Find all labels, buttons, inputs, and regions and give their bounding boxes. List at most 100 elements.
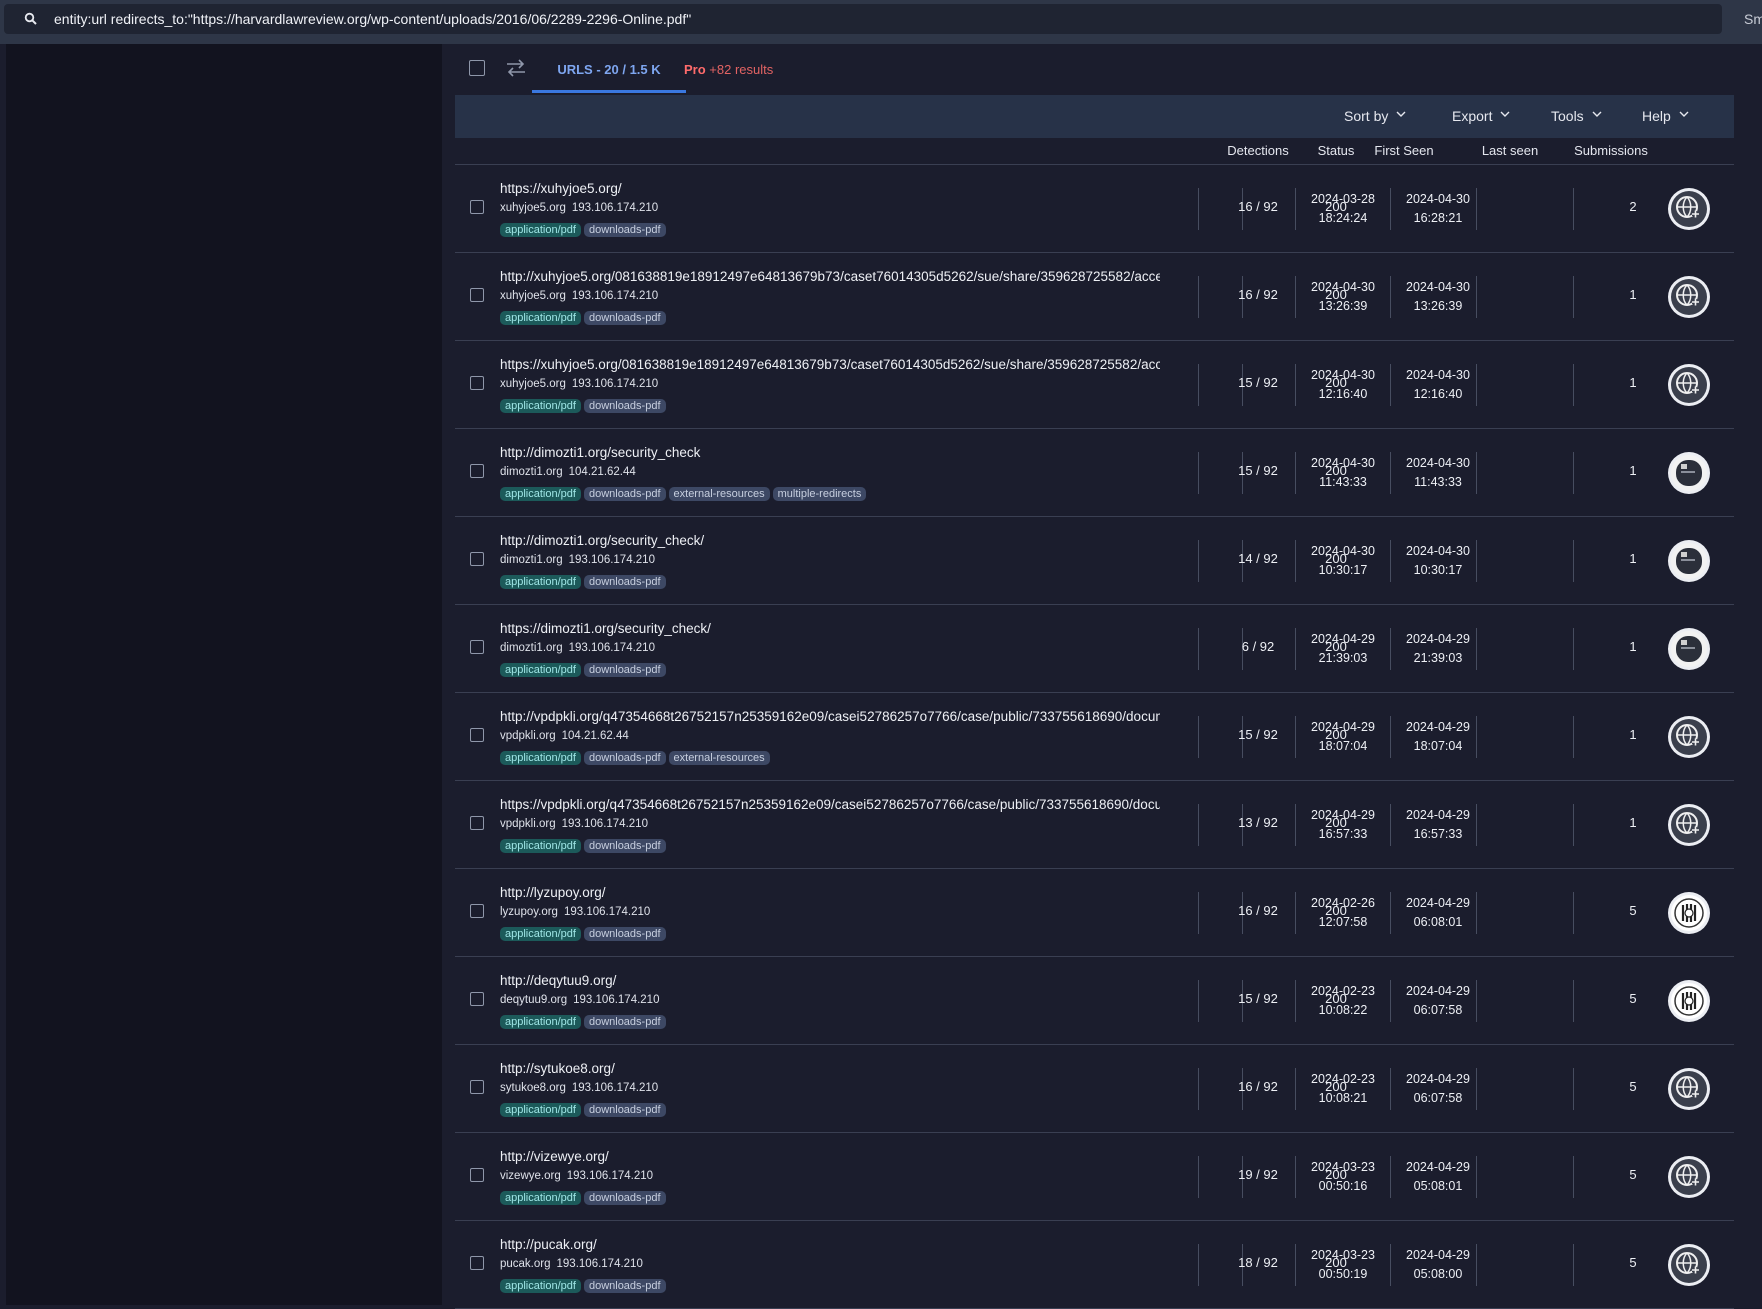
tag-badge[interactable]: downloads-pdf: [583, 751, 666, 765]
tag-badge[interactable]: downloads-pdf: [583, 311, 666, 325]
seal-icon[interactable]: [1668, 980, 1710, 1022]
tag-badge[interactable]: external-resources: [668, 487, 770, 501]
row-checkbox[interactable]: [470, 816, 484, 830]
tag-badge[interactable]: application/pdf: [500, 311, 581, 325]
table-row[interactable]: http://lyzupoy.org/lyzupoy.org 193.106.17…: [455, 869, 1734, 957]
tab-urls[interactable]: URLS - 20 / 1.5 K: [532, 50, 686, 93]
domain-text[interactable]: lyzupoy.org: [500, 906, 558, 918]
table-row[interactable]: http://vizewye.org/vizewye.org 193.106.17…: [455, 1133, 1734, 1221]
detections-value[interactable]: 14 / 92: [1210, 551, 1306, 566]
tag-badge[interactable]: application/pdf: [500, 223, 581, 237]
column-submissions[interactable]: Submissions: [1568, 143, 1654, 158]
url-link[interactable]: http://xuhyjoe5.org/081638819e18912497e6…: [500, 269, 1160, 284]
column-last-seen[interactable]: Last seen: [1462, 143, 1558, 158]
row-checkbox[interactable]: [470, 288, 484, 302]
detections-value[interactable]: 16 / 92: [1210, 199, 1306, 214]
table-row[interactable]: https://xuhyjoe5.org/xuhyjoe5.org 193.106…: [455, 165, 1734, 253]
ip-text[interactable]: 193.106.174.210: [564, 906, 650, 918]
select-all-checkbox[interactable]: [469, 60, 485, 76]
tag-badge[interactable]: application/pdf: [500, 663, 581, 677]
url-link[interactable]: https://dimozti1.org/security_check/: [500, 621, 1160, 636]
search-input[interactable]: entity:url redirects_to:"https://harvard…: [4, 4, 1722, 34]
globe-icon[interactable]: [1668, 364, 1710, 406]
dark-page-icon[interactable]: [1668, 628, 1710, 670]
row-checkbox[interactable]: [470, 904, 484, 918]
column-first-seen[interactable]: First Seen: [1356, 143, 1452, 158]
domain-text[interactable]: xuhyjoe5.org: [500, 290, 566, 302]
tag-badge[interactable]: multiple-redirects: [772, 487, 867, 501]
tag-badge[interactable]: external-resources: [668, 751, 770, 765]
tab-pro-results[interactable]: Pro +82 results: [684, 62, 773, 77]
tag-badge[interactable]: downloads-pdf: [583, 927, 666, 941]
ip-text[interactable]: 193.106.174.210: [569, 642, 655, 654]
domain-text[interactable]: dimozti1.org: [500, 554, 563, 566]
detections-value[interactable]: 13 / 92: [1210, 815, 1306, 830]
tag-badge[interactable]: downloads-pdf: [583, 399, 666, 413]
table-row[interactable]: http://sytukoe8.org/sytukoe8.org 193.106.…: [455, 1045, 1734, 1133]
tag-badge[interactable]: downloads-pdf: [583, 1279, 666, 1293]
detections-value[interactable]: 16 / 92: [1210, 287, 1306, 302]
domain-text[interactable]: dimozti1.org: [500, 466, 563, 478]
globe-icon[interactable]: [1668, 804, 1710, 846]
row-checkbox[interactable]: [470, 200, 484, 214]
row-checkbox[interactable]: [470, 1168, 484, 1182]
domain-text[interactable]: vizewye.org: [500, 1170, 561, 1182]
ip-text[interactable]: 193.106.174.210: [572, 1082, 658, 1094]
tag-badge[interactable]: application/pdf: [500, 575, 581, 589]
tag-badge[interactable]: application/pdf: [500, 1279, 581, 1293]
export-button[interactable]: Export: [1452, 108, 1510, 124]
detections-value[interactable]: 15 / 92: [1210, 463, 1306, 478]
domain-text[interactable]: xuhyjoe5.org: [500, 378, 566, 390]
table-row[interactable]: http://dimozti1.org/security_check dimozt…: [455, 429, 1734, 517]
url-link[interactable]: http://pucak.org/: [500, 1237, 1160, 1252]
ip-text[interactable]: 104.21.62.44: [569, 466, 636, 478]
search-query[interactable]: entity:url redirects_to:"https://harvard…: [54, 11, 691, 27]
row-checkbox[interactable]: [470, 992, 484, 1006]
ip-text[interactable]: 193.106.174.210: [562, 818, 648, 830]
detections-value[interactable]: 16 / 92: [1210, 1079, 1306, 1094]
domain-text[interactable]: vpdpkli.org: [500, 730, 556, 742]
tag-badge[interactable]: application/pdf: [500, 751, 581, 765]
table-row[interactable]: https://xuhyjoe5.org/081638819e18912497e…: [455, 341, 1734, 429]
row-checkbox[interactable]: [470, 376, 484, 390]
globe-icon[interactable]: [1668, 716, 1710, 758]
tag-badge[interactable]: application/pdf: [500, 927, 581, 941]
ip-text[interactable]: 193.106.174.210: [572, 290, 658, 302]
tag-badge[interactable]: downloads-pdf: [583, 1191, 666, 1205]
dark-page-icon[interactable]: [1668, 540, 1710, 582]
sort-by-button[interactable]: Sort by: [1344, 108, 1406, 124]
url-link[interactable]: http://deqytuu9.org/: [500, 973, 1160, 988]
url-link[interactable]: http://sytukoe8.org/: [500, 1061, 1160, 1076]
url-link[interactable]: https://xuhyjoe5.org/081638819e18912497e…: [500, 357, 1160, 372]
row-checkbox[interactable]: [470, 728, 484, 742]
tag-badge[interactable]: application/pdf: [500, 1015, 581, 1029]
globe-icon[interactable]: [1668, 276, 1710, 318]
detections-value[interactable]: 6 / 92: [1210, 639, 1306, 654]
globe-icon[interactable]: [1668, 1244, 1710, 1286]
detections-value[interactable]: 18 / 92: [1210, 1255, 1306, 1270]
ip-text[interactable]: 193.106.174.210: [572, 202, 658, 214]
ip-text[interactable]: 104.21.62.44: [562, 730, 629, 742]
domain-text[interactable]: vpdpkli.org: [500, 818, 556, 830]
detections-value[interactable]: 15 / 92: [1210, 375, 1306, 390]
tag-badge[interactable]: application/pdf: [500, 1191, 581, 1205]
globe-icon[interactable]: [1668, 188, 1710, 230]
row-checkbox[interactable]: [470, 1080, 484, 1094]
url-link[interactable]: http://vpdpkli.org/q47354668t26752157n25…: [500, 709, 1160, 724]
table-row[interactable]: http://pucak.org/pucak.org 193.106.174.21…: [455, 1221, 1734, 1309]
table-row[interactable]: http://dimozti1.org/security_check/dimoz…: [455, 517, 1734, 605]
globe-icon[interactable]: [1668, 1156, 1710, 1198]
tag-badge[interactable]: downloads-pdf: [583, 575, 666, 589]
detections-value[interactable]: 15 / 92: [1210, 727, 1306, 742]
detections-value[interactable]: 15 / 92: [1210, 991, 1306, 1006]
domain-text[interactable]: xuhyjoe5.org: [500, 202, 566, 214]
detections-value[interactable]: 19 / 92: [1210, 1167, 1306, 1182]
table-row[interactable]: http://vpdpkli.org/q47354668t26752157n25…: [455, 693, 1734, 781]
topbar-right-text[interactable]: Sm: [1744, 11, 1762, 27]
table-row[interactable]: https://vpdpkli.org/q47354668t26752157n2…: [455, 781, 1734, 869]
dark-page-icon[interactable]: [1668, 452, 1710, 494]
detections-value[interactable]: 16 / 92: [1210, 903, 1306, 918]
domain-text[interactable]: sytukoe8.org: [500, 1082, 566, 1094]
row-checkbox[interactable]: [470, 1256, 484, 1270]
globe-icon[interactable]: [1668, 1068, 1710, 1110]
